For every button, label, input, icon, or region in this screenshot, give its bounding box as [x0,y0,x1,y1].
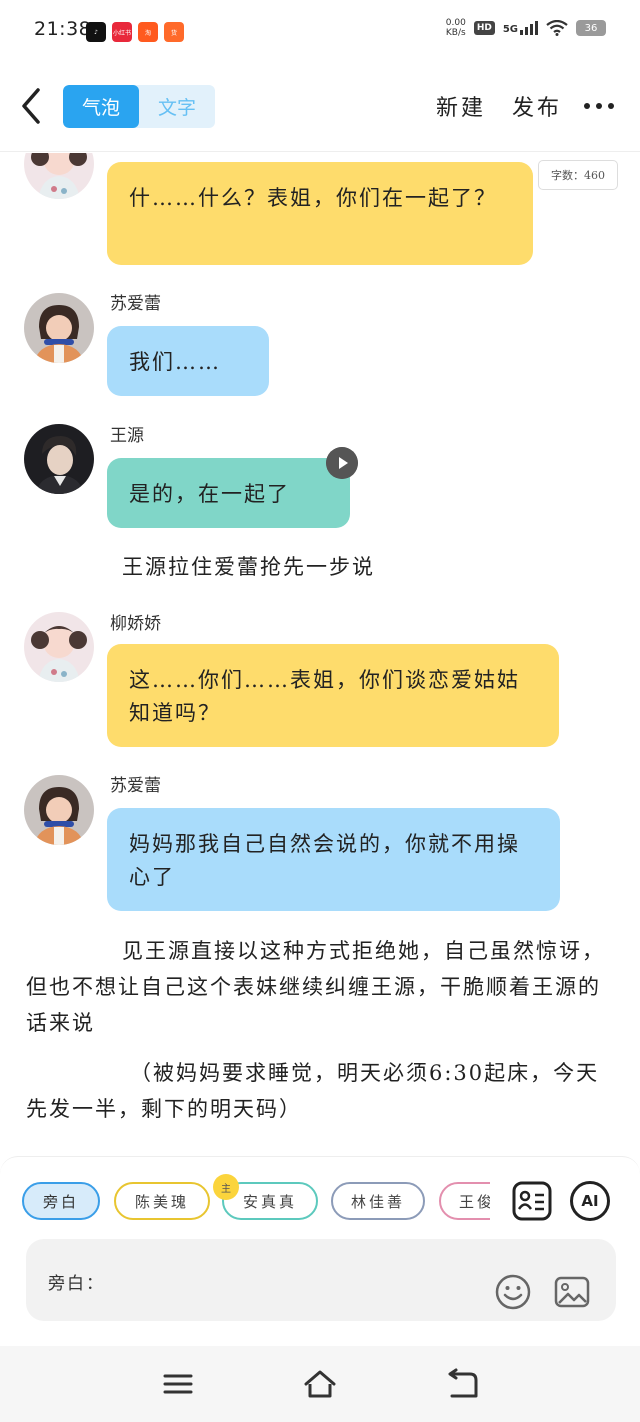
new-button[interactable]: 新建 [436,90,486,122]
narration-text[interactable]: 见王源直接以这种方式拒绝她，自己虽然惊讶，但也不想让自己这个表妹继续纠缠王源，干… [26,933,606,1041]
back-arrow-icon[interactable] [14,84,50,128]
sender-name: 苏爱蕾 [110,776,161,796]
sender-name: 王源 [110,426,144,446]
publish-button[interactable]: 发布 [512,90,562,122]
avatar-su-ailei[interactable] [24,293,94,363]
role-chip-narrator[interactable]: 旁白 [22,1182,100,1220]
net-speed-value: 0.00 [445,18,466,28]
tab-text[interactable]: 文字 [139,85,215,128]
main-role-badge: 主 [213,1174,239,1200]
wifi-icon [546,20,568,36]
sender-name: 苏爱蕾 [110,294,161,314]
role-chip[interactable]: 林佳善 [331,1182,425,1220]
play-voice-icon[interactable] [326,447,358,479]
word-count-badge: 字数：460 [538,160,618,190]
top-bar: 气泡 文字 新建 发布 [0,60,640,152]
notification-icons: ♪ 小红书 淘 货 [86,22,184,42]
tab-bubble[interactable]: 气泡 [63,85,139,128]
role-chip-list[interactable]: 旁白 陈美瑰 安真真 林佳善 王俊 [22,1182,490,1222]
chat-area[interactable]: 什……什么？表姐，你们在一起了？ 字数：460 苏爱蕾 我们…… 王源 是的，在… [0,153,640,1155]
status-indicators: 0.00 KB/s HD 5G 36 [446,18,606,38]
message-bubble-2[interactable]: 我们…… [107,326,269,396]
shop-icon: 货 [164,22,184,42]
avatar-liu-jiaojiao[interactable] [24,153,94,199]
more-options-icon[interactable] [584,100,614,112]
system-nav-bar [0,1346,640,1422]
net-speed-unit: KB/s [445,28,466,38]
avatar-liu-jiaojiao[interactable] [24,612,94,682]
tiktok-icon: ♪ [86,22,106,42]
ai-button[interactable]: AI [570,1181,610,1221]
home-icon[interactable] [302,1368,338,1400]
avatar-su-ailei[interactable] [24,775,94,845]
taobao-deals-icon: 淘 [138,22,158,42]
message-bubble-3[interactable]: 是的，在一起了 [107,458,350,528]
emoji-icon[interactable] [494,1273,532,1311]
sender-name: 柳娇娇 [110,614,161,634]
role-list-icon[interactable] [512,1181,552,1221]
cell-signal-icon: 5G [503,21,538,35]
message-bubble-4[interactable]: 这……你们……表姐，你们谈恋爱姑姑知道吗？ [107,644,559,747]
status-bar: 21:38 ♪ 小红书 淘 货 0.00 KB/s HD 5G 36 [0,0,640,60]
back-nav-icon[interactable] [444,1368,480,1400]
battery-icon: 36 [576,20,606,36]
mode-toggle: 气泡 文字 [63,85,215,128]
role-chip[interactable]: 陈美瑰 [114,1182,210,1220]
menu-icon[interactable] [160,1368,196,1400]
input-role-label: 旁白： [48,1274,105,1294]
hd-badge: HD [473,21,495,35]
net-speed: 0.00 KB/s [446,18,466,38]
image-icon[interactable] [553,1273,591,1311]
status-time: 21:38 [34,18,92,40]
message-bubble-1[interactable]: 什……什么？表姐，你们在一起了？ [107,162,533,265]
narration-text[interactable]: 王源拉住爱蕾抢先一步说 [122,549,375,585]
message-bubble-5[interactable]: 妈妈那我自己自然会说的，你就不用操心了 [107,808,560,911]
role-chip[interactable]: 王俊 [439,1182,490,1220]
message-input[interactable]: 旁白： [26,1239,616,1321]
narration-text[interactable]: （被妈妈要求睡觉，明天必须6:30起床，今天先发一半，剩下的明天码） [26,1055,616,1127]
avatar-wang-yuan[interactable] [24,424,94,494]
network-type: 5G [502,24,518,35]
composer-panel: 主 旁白 陈美瑰 安真真 林佳善 王俊 AI 旁白： [0,1156,640,1346]
xiaohongshu-icon: 小红书 [112,22,132,42]
